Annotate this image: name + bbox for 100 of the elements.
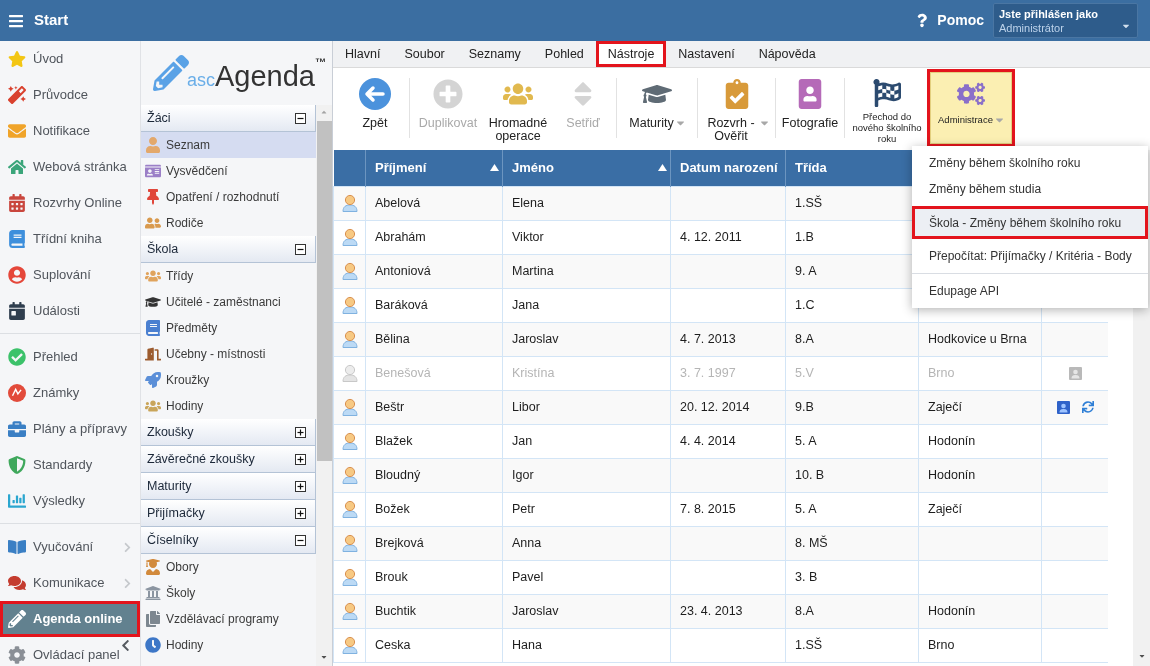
minus-box-icon[interactable] xyxy=(295,112,306,124)
person-square-icon[interactable] xyxy=(1056,400,1070,414)
table-cell: Kristína xyxy=(502,356,671,390)
toolbar-button[interactable]: Hromadné operace xyxy=(484,69,552,147)
menu-tab[interactable]: Nástroje xyxy=(595,41,667,67)
plus-box-icon[interactable] xyxy=(295,480,306,492)
toolbar-button[interactable]: Maturity xyxy=(619,69,695,147)
graduate-icon xyxy=(145,559,161,575)
table-row[interactable]: Buchtik Jaroslav 23. 4. 2013 8.A Hodonín xyxy=(333,594,1108,628)
table-cell: Bloudný xyxy=(365,458,503,492)
table-row[interactable]: Beštr Libor 20. 12. 2014 9.B Zaječí xyxy=(333,390,1108,424)
table-cell: Brno xyxy=(918,628,1042,662)
menu-tab[interactable]: Nastavení xyxy=(666,41,747,67)
panel-item[interactable]: Učitelé - zaměstnanci xyxy=(141,289,316,315)
nav-item[interactable]: Plány a přípravy xyxy=(0,411,140,447)
column-header[interactable]: Jméno xyxy=(502,150,671,186)
table-row[interactable]: Brouk Pavel 3. B xyxy=(333,560,1108,594)
table-cell: Martina xyxy=(502,254,671,288)
magic-wand-icon xyxy=(8,86,26,104)
panel-item[interactable]: Opatření / rozhodnutí xyxy=(141,184,316,210)
collapse-icon[interactable] xyxy=(121,639,130,652)
table-row[interactable]: Ceska Hana 1.SŠ Brno xyxy=(333,628,1108,662)
section-header[interactable]: Závěrečné zkoušky xyxy=(141,446,316,473)
panel-item[interactable]: Hodiny xyxy=(141,393,316,419)
plus-box-icon[interactable] xyxy=(295,507,306,519)
help-link[interactable]: Pomoc xyxy=(937,10,984,31)
panel-item[interactable]: Seznam xyxy=(141,132,316,158)
table-cell: Brejková xyxy=(365,526,503,560)
nav-item[interactable]: Události xyxy=(0,293,140,329)
toolbar-button[interactable]: Přechod do nového školního roku xyxy=(847,69,927,147)
panel-item[interactable]: Hodiny xyxy=(141,632,316,658)
nav-item[interactable]: Rozvrhy Online xyxy=(0,185,140,221)
section-header[interactable]: Přijímačky xyxy=(141,500,316,527)
gears-icon xyxy=(957,80,985,108)
toolbar-button[interactable]: Zpět xyxy=(343,69,407,147)
menu-tab[interactable]: Nápověda xyxy=(746,41,828,67)
nav-item[interactable]: Ovládací panel xyxy=(0,637,140,666)
person-icon xyxy=(341,602,358,620)
person-icon xyxy=(341,636,358,654)
panel-item[interactable]: Rodiče xyxy=(141,210,316,236)
table-cell: 9.B xyxy=(785,390,919,424)
section-header[interactable]: Škola xyxy=(141,236,316,263)
id-card-icon xyxy=(145,163,161,179)
nav-item[interactable]: Webová stránka xyxy=(0,149,140,185)
plus-box-icon[interactable] xyxy=(295,453,306,465)
panel-item[interactable]: Kroužky xyxy=(141,367,316,393)
toolbar-button[interactable]: Administrace xyxy=(927,69,1015,147)
table-row[interactable]: Blažek Jan 4. 4. 2014 5. A Hodonín xyxy=(333,424,1108,458)
panel-item[interactable]: Třídy xyxy=(141,263,316,289)
panel-item[interactable]: Předměty xyxy=(141,315,316,341)
menu-item[interactable]: Škola - Změny během školního roku xyxy=(912,206,1148,239)
nav-item[interactable]: Suplování xyxy=(0,257,140,293)
menu-tab[interactable]: Pohled xyxy=(532,41,596,67)
minus-box-icon[interactable] xyxy=(295,243,306,255)
table-row[interactable]: Božek Petr 7. 8. 2015 5. A Zaječí xyxy=(333,492,1108,526)
menu-tab[interactable]: Soubor xyxy=(392,41,457,67)
table-row[interactable]: Bloudný Igor 10. B Hodonín xyxy=(333,458,1108,492)
table-cell: 1.SŠ xyxy=(785,628,919,662)
toolbar-button[interactable]: Fotografie xyxy=(778,69,842,147)
section-header[interactable]: Žáci xyxy=(141,105,316,132)
scroll-down-icon[interactable] xyxy=(1137,652,1146,660)
menu-icon[interactable] xyxy=(7,12,25,29)
table-cell: Božek xyxy=(365,492,503,526)
column-header[interactable]: Příjmení xyxy=(365,150,503,186)
nav-item[interactable]: Úvod xyxy=(0,41,140,77)
panel-item[interactable]: Učebny - místnosti xyxy=(141,341,316,367)
column-header[interactable]: Datum narození xyxy=(670,150,786,186)
bar-chart-icon xyxy=(8,492,26,510)
clock-icon xyxy=(145,637,161,653)
nav-item[interactable]: Agenda online xyxy=(0,601,140,637)
section-header[interactable]: Číselníky xyxy=(141,527,316,554)
section-header[interactable]: Maturity xyxy=(141,473,316,500)
calendar-icon xyxy=(8,302,26,320)
help-icon[interactable] xyxy=(917,13,928,28)
sync-icon[interactable] xyxy=(1081,401,1094,413)
scroll-down-icon[interactable] xyxy=(320,653,328,661)
panel-item[interactable]: Školy xyxy=(141,580,316,606)
table-row[interactable]: Bělina Jaroslav 4. 7. 2013 8.A Hodkovice u Brna xyxy=(333,322,1108,356)
table-row[interactable]: Brejková Anna 8. MŠ xyxy=(333,526,1108,560)
nav-item[interactable]: Standardy xyxy=(0,447,140,483)
panel-item[interactable]: Vzdělávací programy xyxy=(141,606,316,632)
nav-item[interactable]: Průvodce xyxy=(0,77,140,113)
account-menu[interactable]: Jste přihlášen jako Administrátor xyxy=(993,3,1138,38)
minus-box-icon[interactable] xyxy=(295,534,306,546)
nav-item[interactable]: Notifikace xyxy=(0,113,140,149)
panel-item[interactable]: Vysvědčení xyxy=(141,158,316,184)
plus-box-icon[interactable] xyxy=(295,426,306,438)
table-cell: Hana xyxy=(502,628,671,662)
nav-item[interactable]: Vyučování xyxy=(0,529,140,565)
toolbar-button[interactable]: Rozvrh - Ověřit xyxy=(700,69,773,147)
scrollbar-thumb[interactable] xyxy=(316,121,332,461)
section-header[interactable]: Zkoušky xyxy=(141,419,316,446)
nav-item[interactable]: Komunikace xyxy=(0,565,140,601)
menu-tab[interactable]: Hlavní xyxy=(333,41,393,67)
nav-item[interactable]: Výsledky xyxy=(0,483,140,519)
nav-item[interactable]: Třídní kniha xyxy=(0,221,140,257)
nav-item[interactable]: Známky xyxy=(0,375,140,411)
nav-item[interactable]: Přehled xyxy=(0,339,140,375)
panel-item[interactable]: Obory xyxy=(141,554,316,580)
menu-tab[interactable]: Seznamy xyxy=(456,41,533,67)
